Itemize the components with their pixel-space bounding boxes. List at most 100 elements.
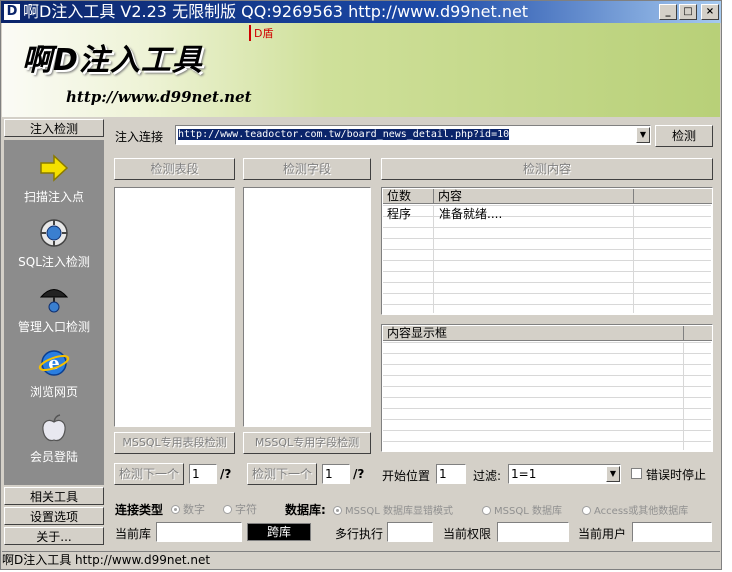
field-page-total: /? [353, 467, 365, 481]
inject-url-text: http://www.teadoctor.com.tw/board_news_d… [178, 129, 510, 140]
sidebar-settings-button[interactable]: 设置选项 [4, 507, 104, 525]
content-display-box[interactable]: 内容显示框 [381, 324, 713, 452]
filter-label: 过滤: [473, 469, 502, 483]
table-list[interactable] [114, 187, 235, 427]
sidebar-item-admin-entry[interactable]: 管理入口检测 [4, 282, 104, 346]
radio-indicator [482, 506, 491, 515]
current-permission-label: 当前权限 [443, 527, 492, 541]
sidebar-item-label: 会员登陆 [29, 450, 78, 464]
column-header-position[interactable]: 位数 [383, 189, 434, 204]
sidebar-about-button[interactable]: 关于... [4, 527, 104, 545]
sidebar-item-scan[interactable]: 扫描注入点 [4, 152, 104, 216]
filter-select[interactable]: 1=1 [508, 464, 621, 484]
db-type-label: 数据库: [285, 503, 326, 517]
table-cell: 准备就绪.... [439, 207, 503, 221]
sidebar-item-label: 扫描注入点 [23, 190, 84, 204]
sidebar-item-label: SQL注入检测 [18, 255, 90, 269]
inject-url-label: 注入连接 [115, 130, 164, 144]
sidebar-item-sql-detect[interactable]: SQL注入检测 [4, 217, 104, 281]
radio-indicator [223, 505, 232, 514]
current-user-label: 当前用户 [578, 527, 627, 541]
column-divider [433, 205, 434, 313]
arrow-right-icon [40, 154, 69, 182]
current-permission-input[interactable] [497, 522, 569, 542]
db-mssql-label: MSSQL 数据库 [494, 506, 562, 517]
next-table-button[interactable]: 检测下一个 [114, 463, 184, 485]
maximize-button[interactable]: □ [679, 4, 697, 20]
conn-type-label: 连接类型 [115, 503, 164, 517]
conn-type-string-label: 字符 [235, 503, 257, 516]
content-box-header[interactable]: 内容显示框 [383, 326, 684, 341]
radio-indicator [582, 506, 591, 515]
radio-indicator [171, 505, 180, 514]
table-page-input[interactable]: 1 [189, 464, 217, 484]
current-db-label: 当前库 [115, 527, 152, 541]
app-window: D 啊D注入工具 V2.23 无限制版 QQ:9269563 http://ww… [0, 0, 722, 570]
globe-gear-icon [40, 219, 68, 247]
conn-type-number-label: 数字 [183, 503, 205, 516]
detect-button[interactable]: 检测 [655, 125, 713, 147]
db-access-radio[interactable]: Access或其他数据库 [582, 502, 688, 517]
banner-url: http://www.d99net.net [66, 88, 252, 106]
stop-on-error-label: 错误时停止 [646, 468, 707, 482]
sidebar-item-label: 浏览网页 [29, 385, 78, 399]
sidebar-panel: 扫描注入点 SQL注入检测 管理入口检测 e 浏览网页 会员登陆 [4, 140, 104, 485]
sidebar-tools-button[interactable]: 相关工具 [4, 487, 104, 505]
table-page-total: /? [220, 467, 232, 481]
status-bar: 啊D注入工具 http://www.d99net.net [2, 551, 720, 569]
banner: 啊D注入工具 http://www.d99net.net D盾 [2, 23, 720, 117]
sidebar-item-member-login[interactable]: 会员登陆 [4, 412, 104, 476]
results-table[interactable]: 位数 内容 程序 准备就绪.... [381, 187, 713, 315]
db-mssql-radio[interactable]: MSSQL 数据库 [482, 502, 562, 517]
umbrella-globe-icon [39, 289, 69, 313]
chevron-down-icon[interactable]: ▼ [606, 466, 620, 482]
column-divider [633, 205, 634, 313]
radio-indicator [333, 506, 342, 515]
next-field-button[interactable]: 检测下一个 [247, 463, 317, 485]
db-mssql-error-label: MSSQL 数据库显错模式 [345, 506, 453, 517]
sidebar-item-label: 管理入口检测 [17, 320, 90, 334]
status-text: 啊D注入工具 http://www.d99net.net [2, 553, 211, 567]
conn-type-number-radio[interactable]: 数字 [171, 501, 205, 517]
conn-type-string-radio[interactable]: 字符 [223, 501, 257, 517]
multi-exec-input[interactable] [387, 522, 433, 542]
detect-content-button[interactable]: 检测内容 [381, 158, 713, 180]
content-grid [383, 342, 711, 450]
main-panel: 注入连接 http://www.teadoctor.com.tw/board_n… [109, 119, 721, 551]
sidebar-item-browse[interactable]: e 浏览网页 [4, 347, 104, 411]
chevron-down-icon[interactable]: ▼ [636, 127, 650, 143]
d-shield-link[interactable]: D盾 [249, 25, 273, 41]
minimize-button[interactable]: _ [659, 4, 677, 20]
sidebar-inject-detect-button[interactable]: 注入检测 [4, 119, 104, 137]
column-header-empty [684, 326, 712, 341]
current-db-input[interactable] [156, 522, 242, 542]
window-title: 啊D注入工具 V2.23 无限制版 QQ:9269563 http://www.… [23, 2, 529, 21]
column-header-content[interactable]: 内容 [434, 189, 634, 204]
table-cell: 程序 [387, 207, 412, 221]
stop-on-error-checkbox[interactable] [631, 468, 642, 479]
filter-value: 1=1 [511, 467, 537, 481]
start-position-input[interactable]: 1 [436, 464, 466, 484]
app-icon[interactable]: D [4, 4, 20, 20]
detect-table-button[interactable]: 检测表段 [114, 158, 235, 180]
mssql-table-detect-button[interactable]: MSSQL专用表段检测 [114, 432, 235, 454]
banner-logo: 啊D注入工具 [22, 43, 203, 78]
current-user-input[interactable] [632, 522, 712, 542]
apple-icon [42, 414, 66, 442]
field-list[interactable] [243, 187, 371, 427]
db-access-label: Access或其他数据库 [594, 506, 689, 517]
cross-db-button[interactable]: 跨库 [247, 523, 311, 541]
multi-exec-label: 多行执行 [335, 527, 384, 541]
column-divider [683, 342, 684, 450]
sidebar: 注入检测 扫描注入点 SQL注入检测 管理入口检测 e 浏览网页 会员登陆 相关… [2, 119, 106, 551]
close-button[interactable]: × [701, 4, 719, 20]
start-position-label: 开始位置 [382, 469, 431, 483]
column-header-empty [634, 189, 712, 204]
db-mssql-error-radio[interactable]: MSSQL 数据库显错模式 [333, 502, 453, 517]
ie-browser-icon: e [38, 350, 70, 376]
detect-field-button[interactable]: 检测字段 [243, 158, 371, 180]
field-page-input[interactable]: 1 [322, 464, 350, 484]
mssql-field-detect-button[interactable]: MSSQL专用字段检测 [243, 432, 371, 454]
title-bar[interactable]: D 啊D注入工具 V2.23 无限制版 QQ:9269563 http://ww… [1, 1, 721, 23]
inject-url-input[interactable]: http://www.teadoctor.com.tw/board_news_d… [175, 125, 651, 145]
